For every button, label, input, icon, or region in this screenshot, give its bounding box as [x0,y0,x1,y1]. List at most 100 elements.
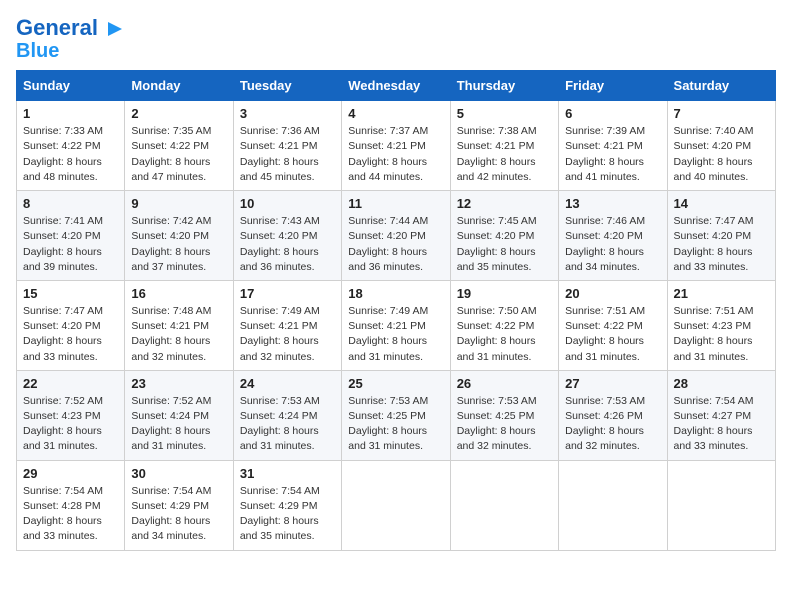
day-number: 7 [674,106,769,121]
day-info: Sunrise: 7:47 AMSunset: 4:20 PMDaylight:… [674,214,769,275]
calendar-cell: 28 Sunrise: 7:54 AMSunset: 4:27 PMDayligh… [667,370,775,460]
day-info: Sunrise: 7:38 AMSunset: 4:21 PMDaylight:… [457,124,552,185]
day-info: Sunrise: 7:51 AMSunset: 4:22 PMDaylight:… [565,304,660,365]
calendar-cell: 10Sunrise: 7:43 AMSunset: 4:20 PMDayligh… [233,191,341,281]
day-info: Sunrise: 7:54 AMSunset: 4:29 PMDaylight:… [131,484,226,545]
day-info: Sunrise: 7:49 AMSunset: 4:21 PMDaylight:… [348,304,443,365]
day-number: 25 [348,376,443,391]
calendar-week-1: 1Sunrise: 7:33 AMSunset: 4:22 PMDaylight… [17,101,776,191]
calendar-cell: 1Sunrise: 7:33 AMSunset: 4:22 PMDaylight… [17,101,125,191]
day-info: Sunrise: 7:48 AMSunset: 4:21 PMDaylight:… [131,304,226,365]
day-info: Sunrise: 7:45 AMSunset: 4:20 PMDaylight:… [457,214,552,275]
calendar-header-thursday: Thursday [450,71,558,101]
day-number: 12 [457,196,552,211]
day-number: 10 [240,196,335,211]
calendar-header-monday: Monday [125,71,233,101]
day-info: Sunrise: 7:47 AMSunset: 4:20 PMDaylight:… [23,304,118,365]
day-number: 5 [457,106,552,121]
calendar-cell: 31 Sunrise: 7:54 AMSunset: 4:29 PMDayligh… [233,460,341,550]
calendar-cell [450,460,558,550]
day-number: 3 [240,106,335,121]
day-number: 15 [23,286,118,301]
calendar-cell: 13 Sunrise: 7:46 AMSunset: 4:20 PMDayligh… [559,191,667,281]
calendar-cell [559,460,667,550]
day-info: Sunrise: 7:35 AMSunset: 4:22 PMDaylight:… [131,124,226,185]
calendar-week-3: 15 Sunrise: 7:47 AMSunset: 4:20 PMDayligh… [17,280,776,370]
day-number: 6 [565,106,660,121]
calendar-cell: 19Sunrise: 7:50 AMSunset: 4:22 PMDayligh… [450,280,558,370]
calendar-cell: 26 Sunrise: 7:53 AMSunset: 4:25 PMDayligh… [450,370,558,460]
calendar-cell: 12 Sunrise: 7:45 AMSunset: 4:20 PMDayligh… [450,191,558,281]
day-number: 9 [131,196,226,211]
day-number: 17 [240,286,335,301]
day-info: Sunrise: 7:41 AMSunset: 4:20 PMDaylight:… [23,214,118,275]
day-info: Sunrise: 7:53 AMSunset: 4:24 PMDaylight:… [240,394,335,455]
calendar-cell: 11 Sunrise: 7:44 AMSunset: 4:20 PMDayligh… [342,191,450,281]
calendar-header-friday: Friday [559,71,667,101]
calendar-cell: 21 Sunrise: 7:51 AMSunset: 4:23 PMDayligh… [667,280,775,370]
day-info: Sunrise: 7:54 AMSunset: 4:27 PMDaylight:… [674,394,769,455]
day-number: 16 [131,286,226,301]
day-number: 8 [23,196,118,211]
calendar-cell: 5 Sunrise: 7:38 AMSunset: 4:21 PMDaylight… [450,101,558,191]
calendar-cell: 3 Sunrise: 7:36 AMSunset: 4:21 PMDaylight… [233,101,341,191]
day-number: 4 [348,106,443,121]
calendar-cell: 6 Sunrise: 7:39 AMSunset: 4:21 PMDaylight… [559,101,667,191]
logo-arrow-icon [106,20,124,38]
day-number: 2 [131,106,226,121]
calendar-week-2: 8 Sunrise: 7:41 AMSunset: 4:20 PMDaylight… [17,191,776,281]
calendar-week-5: 29 Sunrise: 7:54 AMSunset: 4:28 PMDayligh… [17,460,776,550]
calendar-cell: 29 Sunrise: 7:54 AMSunset: 4:28 PMDayligh… [17,460,125,550]
day-number: 13 [565,196,660,211]
calendar-cell: 30 Sunrise: 7:54 AMSunset: 4:29 PMDayligh… [125,460,233,550]
page-header: General Blue [16,16,776,62]
day-number: 31 [240,466,335,481]
day-number: 14 [674,196,769,211]
logo: General Blue [16,16,124,62]
calendar-cell: 27Sunrise: 7:53 AMSunset: 4:26 PMDayligh… [559,370,667,460]
calendar-header-wednesday: Wednesday [342,71,450,101]
day-info: Sunrise: 7:54 AMSunset: 4:29 PMDaylight:… [240,484,335,545]
day-number: 24 [240,376,335,391]
day-info: Sunrise: 7:49 AMSunset: 4:21 PMDaylight:… [240,304,335,365]
day-info: Sunrise: 7:53 AMSunset: 4:25 PMDaylight:… [348,394,443,455]
calendar-week-4: 22Sunrise: 7:52 AMSunset: 4:23 PMDayligh… [17,370,776,460]
day-number: 22 [23,376,118,391]
calendar-cell: 14 Sunrise: 7:47 AMSunset: 4:20 PMDayligh… [667,191,775,281]
calendar-cell: 4 Sunrise: 7:37 AMSunset: 4:21 PMDaylight… [342,101,450,191]
calendar-cell: 18 Sunrise: 7:49 AMSunset: 4:21 PMDayligh… [342,280,450,370]
calendar-cell: 25 Sunrise: 7:53 AMSunset: 4:25 PMDayligh… [342,370,450,460]
day-info: Sunrise: 7:46 AMSunset: 4:20 PMDaylight:… [565,214,660,275]
day-number: 18 [348,286,443,301]
day-number: 11 [348,196,443,211]
calendar-cell [342,460,450,550]
day-info: Sunrise: 7:33 AMSunset: 4:22 PMDaylight:… [23,124,118,185]
day-number: 26 [457,376,552,391]
day-info: Sunrise: 7:39 AMSunset: 4:21 PMDaylight:… [565,124,660,185]
day-number: 20 [565,286,660,301]
calendar-cell: 16 Sunrise: 7:48 AMSunset: 4:21 PMDayligh… [125,280,233,370]
logo-text-blue: Blue [16,40,59,62]
day-info: Sunrise: 7:40 AMSunset: 4:20 PMDaylight:… [674,124,769,185]
calendar-header-row: SundayMondayTuesdayWednesdayThursdayFrid… [17,71,776,101]
day-info: Sunrise: 7:36 AMSunset: 4:21 PMDaylight:… [240,124,335,185]
day-info: Sunrise: 7:37 AMSunset: 4:21 PMDaylight:… [348,124,443,185]
day-info: Sunrise: 7:54 AMSunset: 4:28 PMDaylight:… [23,484,118,545]
day-info: Sunrise: 7:51 AMSunset: 4:23 PMDaylight:… [674,304,769,365]
calendar-cell: 15 Sunrise: 7:47 AMSunset: 4:20 PMDayligh… [17,280,125,370]
day-number: 30 [131,466,226,481]
day-info: Sunrise: 7:44 AMSunset: 4:20 PMDaylight:… [348,214,443,275]
day-info: Sunrise: 7:53 AMSunset: 4:25 PMDaylight:… [457,394,552,455]
calendar-cell: 23Sunrise: 7:52 AMSunset: 4:24 PMDayligh… [125,370,233,460]
calendar-cell: 9Sunrise: 7:42 AMSunset: 4:20 PMDaylight… [125,191,233,281]
calendar-table: SundayMondayTuesdayWednesdayThursdayFrid… [16,70,776,550]
day-number: 28 [674,376,769,391]
day-number: 21 [674,286,769,301]
day-info: Sunrise: 7:50 AMSunset: 4:22 PMDaylight:… [457,304,552,365]
calendar-cell: 7 Sunrise: 7:40 AMSunset: 4:20 PMDaylight… [667,101,775,191]
day-number: 29 [23,466,118,481]
calendar-header-saturday: Saturday [667,71,775,101]
calendar-cell: 17 Sunrise: 7:49 AMSunset: 4:21 PMDayligh… [233,280,341,370]
calendar-cell: 2 Sunrise: 7:35 AMSunset: 4:22 PMDaylight… [125,101,233,191]
day-info: Sunrise: 7:53 AMSunset: 4:26 PMDaylight:… [565,394,660,455]
